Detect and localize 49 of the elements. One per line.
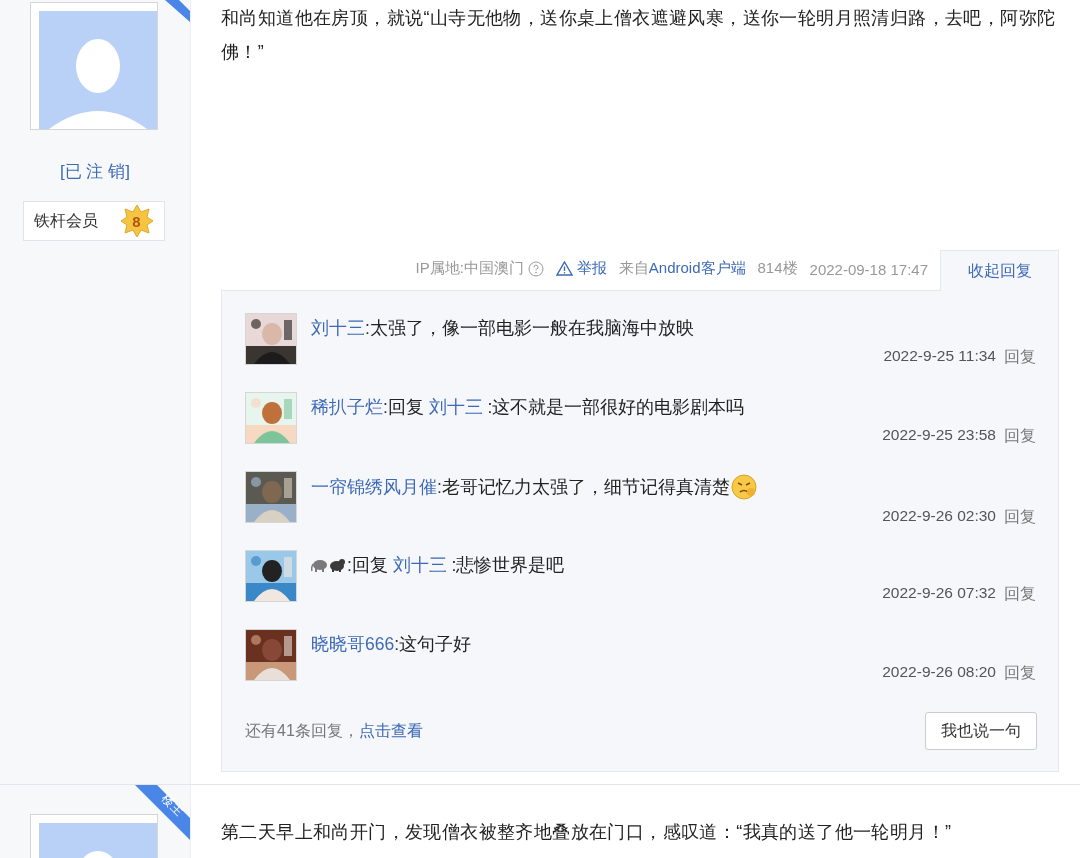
star-icon [119, 204, 154, 238]
angry-emoji-icon [729, 473, 758, 501]
colon-separator: : [394, 633, 400, 656]
reply-link[interactable]: 回复 [1004, 426, 1036, 447]
reply-link[interactable]: 回复 [1004, 507, 1036, 528]
reply-time: 2022-9-25 23:58 [882, 426, 996, 445]
source-label: 来自 [618, 259, 649, 278]
reply-text: :这不就是一部很好的电影剧本吗 [486, 396, 745, 419]
ribbon-label: 楼主 [157, 791, 187, 820]
reply-author[interactable]: 刘十三 [311, 315, 365, 341]
reply-link[interactable]: 回复 [1004, 584, 1036, 605]
animal-icon[interactable] [311, 556, 347, 574]
reply-text: 这句子好 [399, 633, 472, 656]
badge-title: 铁杆会员 [33, 210, 98, 231]
mention-link[interactable]: 刘十三 [392, 552, 447, 578]
collapse-replies-tab[interactable]: 收起回复 [940, 250, 1059, 291]
source-link[interactable]: Android客户端 [648, 259, 746, 278]
reply-text: 老哥记忆力太强了，细节记得真清楚 [441, 476, 730, 499]
reply-text: 回复 [387, 396, 425, 419]
warning-icon [555, 261, 573, 276]
reply-link[interactable]: 回复 [1004, 663, 1036, 684]
reply-author[interactable]: 稀扒子烂 [311, 394, 383, 420]
rank-number: 8 [132, 212, 141, 230]
reply-time: 2022-9-26 02:30 [882, 507, 996, 526]
reply-author[interactable]: 晓晓哥666 [311, 631, 395, 657]
reply-text: 太强了，像一部电影一般在我脑海中放映 [369, 317, 694, 340]
ribbon-banner [165, 0, 190, 22]
more-replies-text: 还有41条回复， [245, 721, 359, 739]
post-time: 2022-09-18 17:47 [809, 261, 928, 280]
reply-time: 2022-9-26 07:32 [882, 584, 996, 603]
post-text: 第二天早上和尚开门，发现僧衣被整齐地叠放在门口，感叹道：“我真的送了他一轮明月！” [221, 821, 953, 844]
user-name[interactable]: [已 注 销] [60, 160, 130, 183]
reply-text: :悲惨世界是吧 [450, 554, 565, 577]
reply-text: 回复 [351, 554, 389, 577]
view-more-link[interactable]: 点击查看 [358, 721, 423, 739]
floor-number: 814楼 [757, 259, 798, 278]
mention-link[interactable]: 刘十三 [428, 394, 483, 420]
ip-location: IP属地:中国澳门 [415, 259, 524, 278]
colon-separator: : [365, 317, 370, 340]
colon-separator: : [347, 554, 352, 577]
reply-time: 2022-9-26 08:20 [882, 663, 996, 682]
reply-link[interactable]: 回复 [1004, 347, 1036, 368]
reply-button[interactable]: 我也说一句 [925, 712, 1037, 750]
reply-author[interactable]: 一帘锦绣风月催 [311, 474, 437, 500]
colon-separator: : [383, 396, 388, 419]
colon-separator: : [437, 476, 442, 499]
report-link[interactable]: 举报 [555, 259, 607, 290]
post-text: 和尚知道他在房顶，就说“山寺无他物，送你桌上僧衣遮避风寒，送你一轮明月照清归路，去吧，阿弥陀佛！” [221, 7, 1057, 64]
reply-time: 2022-9-25 11:34 [883, 347, 996, 366]
